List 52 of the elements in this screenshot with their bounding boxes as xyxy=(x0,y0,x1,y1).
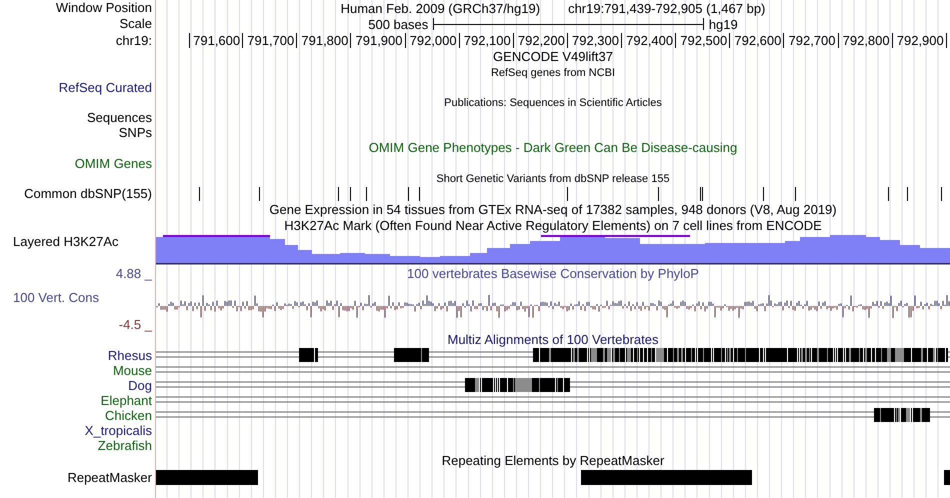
ruler-tick-label: 792,500 xyxy=(680,33,730,48)
track-title: RefSeq genes from NCBI xyxy=(490,66,616,78)
track-label[interactable]: 100 Vert. Cons xyxy=(13,283,99,317)
species-label[interactable]: Zebrafish xyxy=(98,438,152,452)
repeat-element-bar[interactable] xyxy=(581,470,752,485)
track-title: Short Genetic Variants from dbSNP release 155 xyxy=(436,172,670,184)
position-readout: chr19:791,439-792,905 (1,467 bp) xyxy=(568,0,766,16)
track-title: GENCODE V49lift37 xyxy=(493,50,613,64)
track-title: 100 vertebrates Basewise Conservation by PhyloP xyxy=(407,267,699,281)
track-title: H3K27Ac Mark (Often Found Near Active Regulatory Elements) on 7 cell lines from ENCODE xyxy=(284,219,822,233)
track-label[interactable]: SNPs xyxy=(118,126,152,140)
ruler-tick-label: 792,300 xyxy=(572,33,622,48)
species-label[interactable]: X_tropicalis xyxy=(84,424,152,438)
ruler-tick-label: 792,400 xyxy=(626,33,676,48)
repeat-element-bar[interactable] xyxy=(944,470,950,485)
ruler-tick-label: 791,800 xyxy=(301,33,352,48)
row-label: Window Position xyxy=(56,1,152,15)
assembly-label: hg19 xyxy=(708,16,738,32)
species-label[interactable]: Dog xyxy=(128,378,152,392)
ruler-tick xyxy=(189,33,190,48)
ruler-tick-label: 792,700 xyxy=(788,33,838,48)
track-label[interactable]: RepeatMasker xyxy=(67,470,152,484)
repeat-element-bar[interactable] xyxy=(156,470,258,485)
species-label[interactable]: Mouse xyxy=(112,364,152,378)
ruler-tick-label: 792,200 xyxy=(518,33,568,48)
ruler-tick-label: 792,600 xyxy=(734,33,784,48)
track-label[interactable]: OMIM Genes xyxy=(74,156,152,170)
ruler-tick-label: 791,700 xyxy=(247,33,298,48)
species-label[interactable]: Rhesus xyxy=(108,348,152,362)
ruler-tick-label: 791,900 xyxy=(356,33,406,48)
track-title: Publications: Sequences in Scientific Articles xyxy=(444,96,662,108)
ruler-tick-label: 792,000 xyxy=(410,33,460,48)
track-label[interactable]: Sequences xyxy=(86,110,152,124)
axis-min-label: -4.5 _ xyxy=(118,317,152,332)
track-label[interactable]: Layered H3K27Ac xyxy=(13,235,119,249)
track-title: Gene Expression in 54 tissues from GTEx RNA-seq of 17382 samples, 948 donors (V8, Aug 2019) xyxy=(269,203,837,217)
ruler-tick-label: 792,900 xyxy=(896,33,947,48)
scale-caption: 500 bases xyxy=(368,16,428,32)
track-label[interactable]: RefSeq Curated xyxy=(58,80,152,94)
track-label[interactable]: Common dbSNP(155) xyxy=(24,187,152,201)
track-title: Multiz Alignments of 100 Vertebrates xyxy=(447,333,658,347)
species-label[interactable]: Elephant xyxy=(100,394,152,408)
ruler-tick-label: 792,100 xyxy=(464,33,514,48)
track-title: Repeating Elements by RepeatMasker xyxy=(442,454,664,468)
assembly-title: Human Feb. 2009 (GRCh37/hg19) xyxy=(340,0,540,16)
ruler-tick-label: 791,600 xyxy=(193,33,244,48)
ruler-tick-label: 792,800 xyxy=(842,33,893,48)
row-label: chr19: xyxy=(116,34,152,48)
row-label: Scale xyxy=(119,17,152,31)
species-label[interactable]: Chicken xyxy=(105,408,152,422)
axis-max-label: 4.88 _ xyxy=(116,265,152,283)
track-title: OMIM Gene Phenotypes - Dark Green Can Be Disease-causing xyxy=(368,141,738,155)
